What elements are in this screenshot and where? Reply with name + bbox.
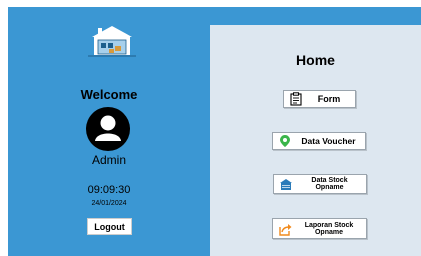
- data-stock-opname-button[interactable]: Data Stock Opname: [273, 174, 367, 194]
- user-avatar-icon: [86, 107, 130, 151]
- logout-button[interactable]: Logout: [87, 218, 132, 235]
- clock-date: 24/01/2024: [91, 200, 127, 207]
- clock-time: 09:09:30: [87, 184, 131, 196]
- share-icon: [278, 222, 292, 236]
- welcome-text: Welcome: [80, 87, 138, 102]
- username-label: Admin: [91, 153, 126, 167]
- warehouse-logo-icon: [88, 26, 136, 57]
- laporan-stock-opname-button[interactable]: Laporan Stock Opname: [272, 218, 367, 239]
- main-panel: Home Form Data Voucher Data Stock Opname…: [210, 25, 421, 256]
- laporan-stock-opname-label: Laporan Stock Opname: [304, 221, 354, 236]
- page-title: Home: [296, 52, 335, 68]
- clipboard-icon: [289, 92, 303, 106]
- form-button[interactable]: Form: [283, 90, 356, 108]
- voucher-icon: [278, 134, 292, 148]
- data-voucher-label: Data Voucher: [301, 135, 356, 146]
- data-voucher-button[interactable]: Data Voucher: [272, 132, 366, 150]
- form-button-label: Form: [317, 93, 341, 104]
- warehouse-icon: [279, 177, 293, 191]
- sidebar: Welcome Admin 09:09:30 24/01/2024 Logout: [8, 7, 210, 256]
- data-stock-opname-label: Data Stock Opname: [311, 177, 348, 191]
